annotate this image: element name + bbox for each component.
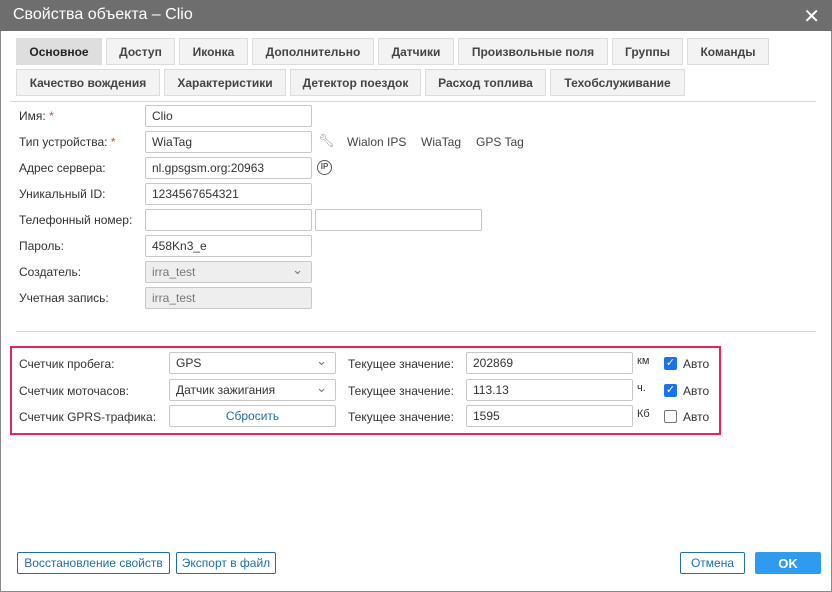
tab-2[interactable]: Иконка: [179, 38, 248, 65]
export-to-file-button[interactable]: Экспорт в файл: [176, 552, 276, 574]
account-label: Учетная запись:: [19, 291, 109, 305]
phone-input-1[interactable]: [145, 209, 312, 231]
cancel-button[interactable]: Отмена: [680, 552, 745, 574]
tab-6[interactable]: Группы: [612, 38, 683, 65]
current-value-input[interactable]: 1595: [466, 405, 633, 427]
unit-label: км: [637, 355, 650, 367]
divider: [10, 101, 816, 102]
device-link-wialon-ips[interactable]: Wialon IPS: [347, 135, 406, 149]
creator-select[interactable]: irra_test: [145, 261, 312, 283]
current-value-label: Текущее значение:: [348, 383, 454, 398]
server-input[interactable]: nl.gpsgsm.org:20963: [145, 157, 312, 179]
current-value-input[interactable]: 202869: [466, 352, 633, 374]
password-label: Пароль:: [19, 239, 64, 253]
counter-select[interactable]: Датчик зажигания: [169, 378, 336, 401]
server-label: Адрес сервера:: [19, 161, 106, 175]
wrench-icon[interactable]: 🔧︎: [318, 133, 335, 149]
device-type-input[interactable]: WiaTag: [145, 131, 312, 153]
tab-row2-1[interactable]: Характеристики: [164, 69, 286, 96]
uid-input[interactable]: 1234567654321: [145, 183, 312, 205]
tab-5[interactable]: Произвольные поля: [458, 38, 608, 65]
phone-label: Телефонный номер:: [19, 213, 133, 227]
current-value-label: Текущее значение:: [348, 410, 454, 424]
current-value-input[interactable]: 113.13: [466, 378, 633, 401]
tab-row2-0[interactable]: Качество вождения: [16, 69, 160, 96]
name-input[interactable]: Clio: [145, 105, 312, 127]
ip-icon[interactable]: IP: [317, 160, 332, 175]
tab-row2-2[interactable]: Детектор поездок: [290, 69, 421, 96]
ok-button[interactable]: OK: [755, 552, 821, 574]
dialog-title: Свойства объекта – Clio: [0, 0, 832, 31]
current-value-label: Текущее значение:: [348, 357, 454, 371]
counter-select-value: GPS: [176, 356, 202, 370]
auto-checkbox[interactable]: ✓: [664, 357, 677, 370]
creator-label: Создатель:: [19, 265, 82, 279]
uid-label: Уникальный ID:: [19, 187, 106, 201]
tab-row2-4[interactable]: Техобслуживание: [550, 69, 685, 96]
auto-checkbox[interactable]: [664, 410, 677, 423]
tab-0[interactable]: Основное: [16, 38, 102, 65]
counter-select[interactable]: GPS: [169, 352, 336, 374]
auto-label: Авто: [683, 410, 710, 424]
restore-properties-button[interactable]: Восстановление свойств: [17, 552, 170, 574]
account-input: irra_test: [145, 287, 312, 309]
name-label: Имя: *: [19, 109, 54, 123]
auto-checkbox[interactable]: ✓: [664, 383, 677, 397]
unit-label: ч.: [637, 381, 646, 394]
unit-label: Кб: [637, 408, 650, 420]
counter-select-value: Датчик зажигания: [176, 382, 276, 397]
tab-7[interactable]: Команды: [687, 38, 769, 65]
close-icon[interactable]: ✕: [803, 4, 820, 29]
divider: [16, 331, 816, 332]
tab-4[interactable]: Датчики: [378, 38, 454, 65]
counter-label: Счетчик моточасов:: [19, 383, 129, 398]
device-type-label: Тип устройства: *: [19, 135, 116, 149]
password-input[interactable]: 458Kn3_e: [145, 235, 312, 257]
tab-row2-3[interactable]: Расход топлива: [425, 69, 546, 96]
device-link-gps-tag[interactable]: GPS Tag: [476, 135, 524, 149]
device-link-wiatag[interactable]: WiaTag: [421, 135, 461, 149]
counter-label: Счетчик GPRS-трафика:: [19, 410, 157, 424]
counter-label: Счетчик пробега:: [19, 357, 115, 371]
phone-input-2[interactable]: [315, 209, 482, 231]
auto-label: Авто: [683, 357, 710, 371]
reset-button[interactable]: Сбросить: [169, 405, 336, 427]
tab-1[interactable]: Доступ: [106, 38, 175, 65]
auto-label: Авто: [683, 383, 710, 398]
tab-3[interactable]: Дополнительно: [252, 38, 374, 65]
